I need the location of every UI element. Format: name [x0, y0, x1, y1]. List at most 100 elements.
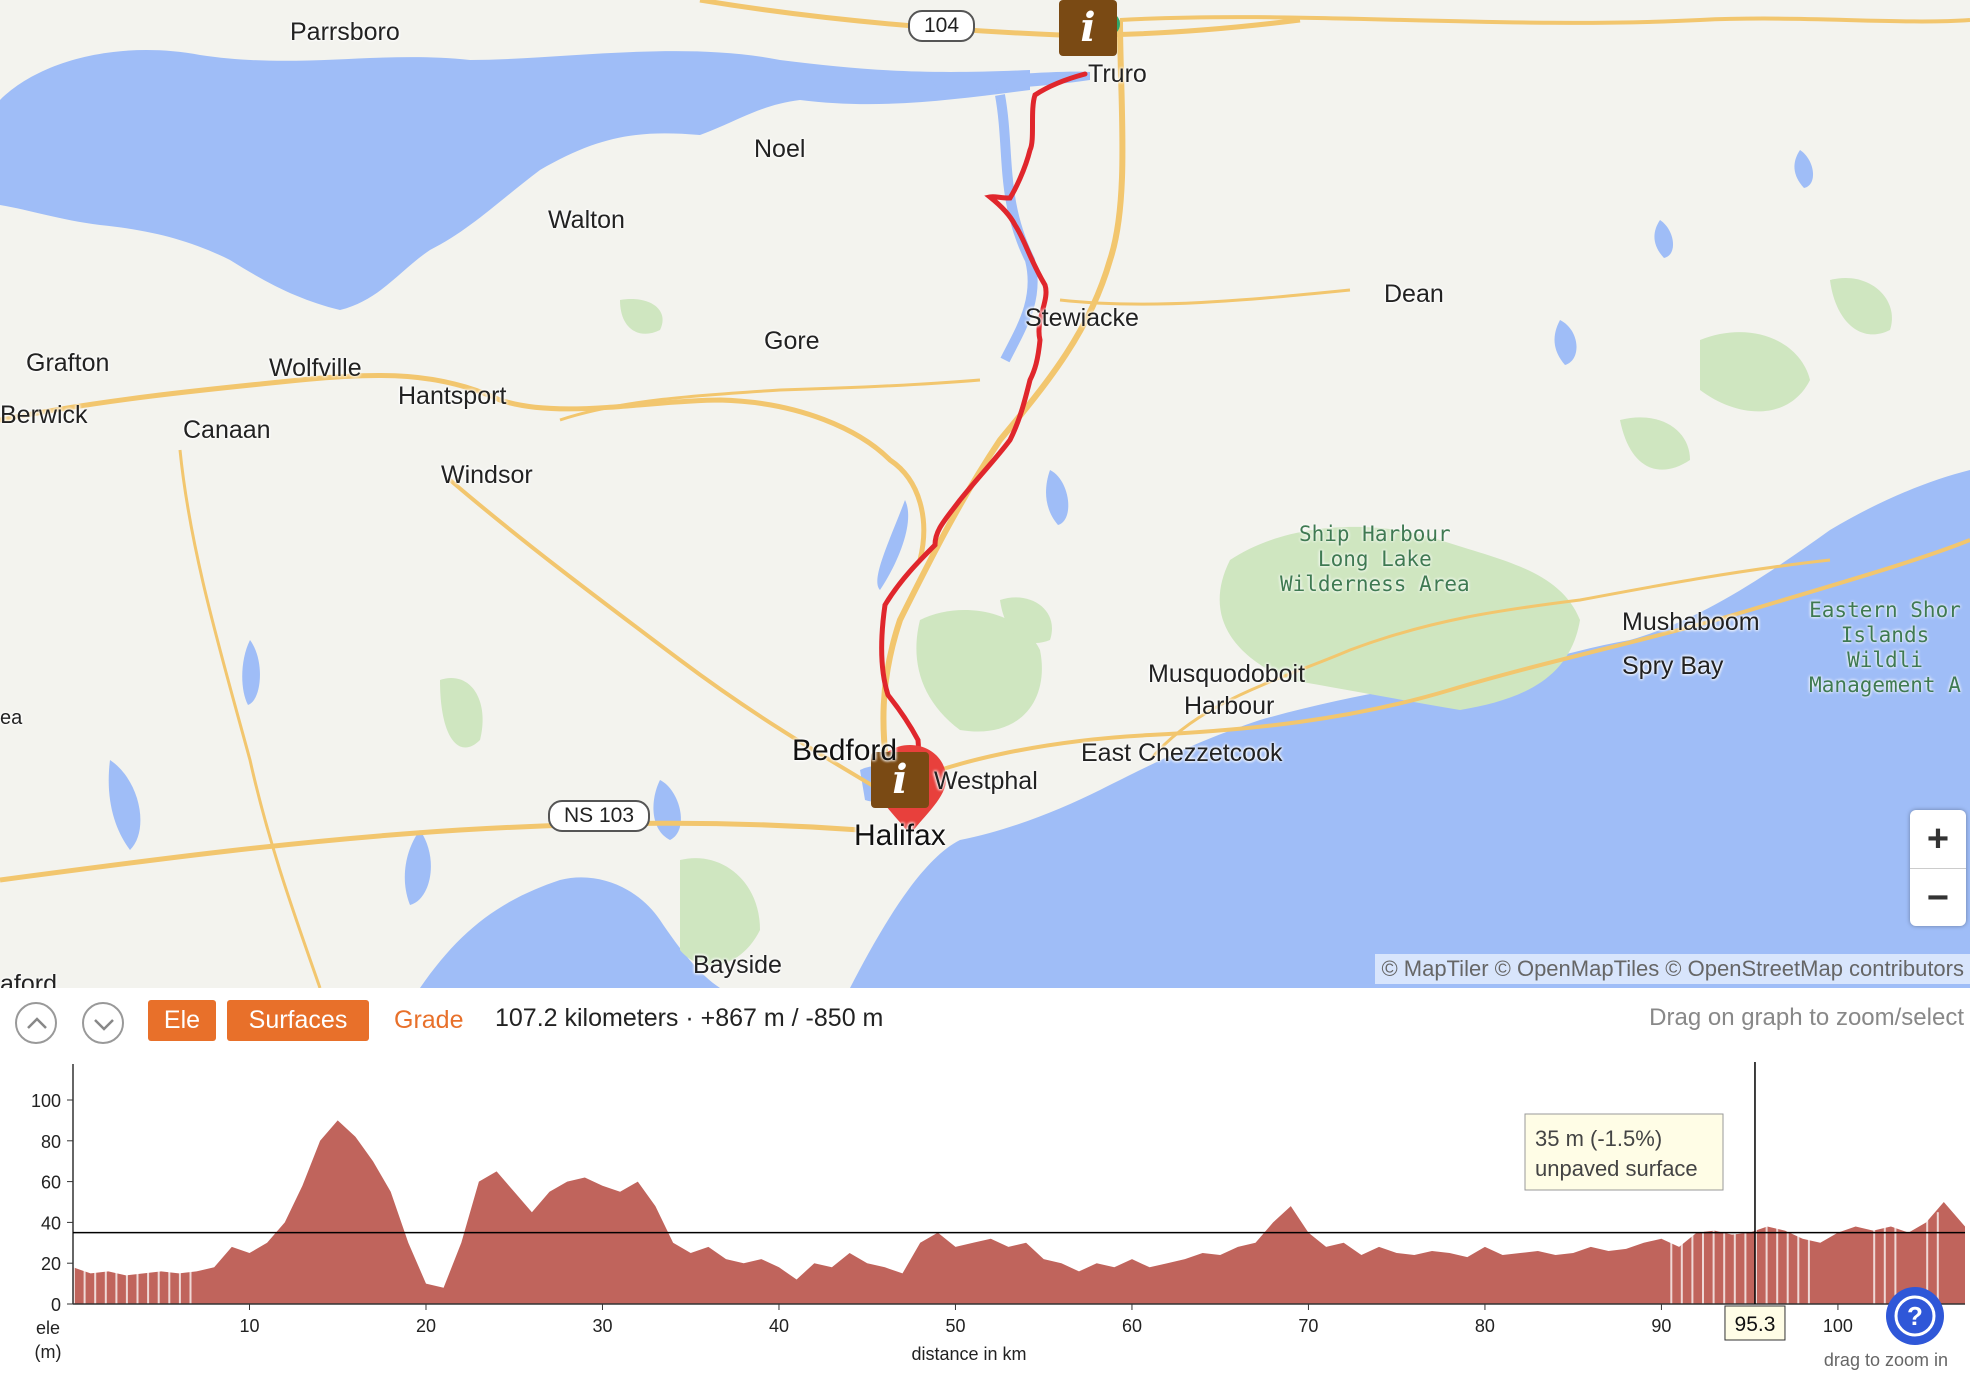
- place-label: Walton: [548, 206, 625, 234]
- road-gore: [559, 378, 981, 422]
- place-label: Hantsport: [398, 382, 507, 410]
- place-label: Spry Bay: [1622, 652, 1724, 680]
- place-label: Bayside: [693, 951, 782, 979]
- elevation-chart[interactable]: 0 20 40 60 80 100 10 20 30 40 50 60 70 80 90 100 ele (m) d…: [0, 1052, 1970, 1376]
- lake-left-1: [108, 760, 141, 850]
- x-tick-label: 70: [1298, 1316, 1318, 1336]
- unpaved-stripe: [94, 1212, 97, 1304]
- y-axis-label: (m): [35, 1342, 62, 1362]
- x-tick-label: 30: [592, 1316, 612, 1336]
- place-label: Wolfville: [269, 354, 362, 382]
- lake-mid-1: [653, 780, 681, 840]
- park-label-line: Wilderness Area: [1280, 572, 1470, 596]
- x-tick-label: 50: [945, 1316, 965, 1336]
- unpaved-stripe: [1702, 1212, 1704, 1304]
- unpaved-stripe: [189, 1212, 192, 1304]
- y-tick-label: 20: [41, 1254, 61, 1274]
- place-label: aford: [0, 970, 57, 988]
- x-tick-label: 100: [1823, 1316, 1853, 1336]
- st-margarets-bay: [420, 877, 720, 988]
- unpaved-stripe: [178, 1212, 181, 1304]
- place-label: Mushaboom: [1622, 608, 1760, 636]
- x-axis-label: distance in km: [911, 1344, 1026, 1364]
- park-label: Eastern Shor Islands Wildli Management A: [1800, 598, 1970, 698]
- unpaved-stripe: [115, 1212, 118, 1304]
- route-summary: 107.2 kilometers · +867 m / -850 m: [495, 1004, 884, 1032]
- unpaved-stripe: [1807, 1212, 1810, 1304]
- unpaved-stripe: [83, 1212, 86, 1304]
- surfaces-button[interactable]: Surfaces: [227, 1000, 369, 1041]
- place-label: Westphal: [934, 767, 1038, 795]
- y-tick-label: 0: [51, 1295, 61, 1315]
- park-label-line: Islands Wildli: [1840, 623, 1930, 672]
- expand-button[interactable]: [82, 1002, 124, 1044]
- zoom-hint: drag to zoom in: [1824, 1350, 1948, 1370]
- minas-basin: [0, 50, 1030, 310]
- place-label: Harbour: [1184, 692, 1275, 720]
- place-label: ea: [0, 707, 23, 729]
- help-button[interactable]: ?: [1886, 1287, 1944, 1345]
- unpaved-stripe: [1776, 1212, 1779, 1304]
- x-tick-label: 90: [1651, 1316, 1671, 1336]
- map-view[interactable]: i i Parrsboro Truro Noel Walton Dean Ste…: [0, 0, 1970, 988]
- lake-left-3: [404, 830, 431, 905]
- unpaved-stripe: [136, 1212, 139, 1304]
- lake-left-2: [242, 640, 260, 705]
- x-tick-label: 40: [769, 1316, 789, 1336]
- x-tick-label: 20: [416, 1316, 436, 1336]
- unpaved-stripe: [1680, 1212, 1683, 1304]
- y-tick-label: 100: [31, 1091, 61, 1111]
- x-tick-label: 10: [239, 1316, 259, 1336]
- y-axis-label: ele: [36, 1318, 60, 1338]
- collapse-button[interactable]: [15, 1002, 57, 1044]
- place-label: Noel: [754, 135, 806, 163]
- unpaved-stripe: [1691, 1212, 1694, 1304]
- place-label: Bedford: [792, 734, 898, 767]
- unpaved-stripe: [1723, 1212, 1726, 1304]
- lake-east-1: [1554, 320, 1577, 365]
- road-stewiacke-east: [1059, 288, 1351, 306]
- place-label: Parrsboro: [290, 18, 400, 46]
- zoom-in-button[interactable]: +: [1910, 810, 1966, 868]
- unpaved-stripe: [1786, 1212, 1789, 1304]
- unpaved-stripe: [1765, 1212, 1768, 1304]
- forest-east-2: [1620, 417, 1690, 470]
- chevron-down-icon: [94, 1019, 114, 1031]
- unpaved-stripe: [1873, 1212, 1876, 1304]
- unpaved-stripe: [1744, 1212, 1747, 1304]
- unpaved-stripe: [1712, 1212, 1715, 1304]
- unpaved-stripe: [1797, 1212, 1800, 1304]
- y-tick-label: 40: [41, 1213, 61, 1233]
- x-tick-label: 60: [1122, 1316, 1142, 1336]
- zoom-out-button[interactable]: −: [1910, 868, 1966, 927]
- y-tick-label: 80: [41, 1132, 61, 1152]
- forest-south: [680, 858, 760, 966]
- x-tick-label: 80: [1475, 1316, 1495, 1336]
- map-canvas[interactable]: [0, 0, 1970, 988]
- lake-east-2: [1654, 220, 1674, 258]
- lake-mid-2: [1046, 470, 1069, 525]
- highway-shield: NS 103: [548, 800, 651, 832]
- unpaved-stripe: [147, 1212, 150, 1304]
- map-attribution[interactable]: © MapTiler © OpenMapTiles © OpenStreetMa…: [1375, 954, 1970, 984]
- unpaved-stripe: [104, 1212, 107, 1304]
- place-label: Dean: [1384, 280, 1444, 308]
- graph-hint: Drag on graph to zoom/select: [1649, 1004, 1964, 1031]
- info-marker-icon[interactable]: i: [1059, 0, 1117, 56]
- zoom-control: + −: [1910, 810, 1966, 926]
- place-label: East Chezzetcook: [1081, 739, 1283, 767]
- park-label-line: Management A: [1809, 673, 1961, 697]
- place-label: Grafton: [26, 349, 110, 377]
- road-north-east: [1119, 15, 1970, 25]
- road-west-1: [178, 449, 322, 988]
- ele-button[interactable]: Ele: [148, 1000, 216, 1041]
- grade-button[interactable]: Grade: [394, 1000, 463, 1041]
- park-label-line: Eastern Shor: [1809, 598, 1961, 622]
- place-label: Gore: [764, 327, 820, 355]
- park-label: Ship Harbour Long Lake Wilderness Area: [1280, 522, 1470, 597]
- forest-east-3: [1830, 278, 1892, 335]
- svg-text:?: ?: [1907, 1301, 1923, 1331]
- question-icon: ?: [1894, 1295, 1936, 1337]
- unpaved-stripe: [157, 1212, 160, 1304]
- park-label-line: Long Lake: [1317, 547, 1432, 571]
